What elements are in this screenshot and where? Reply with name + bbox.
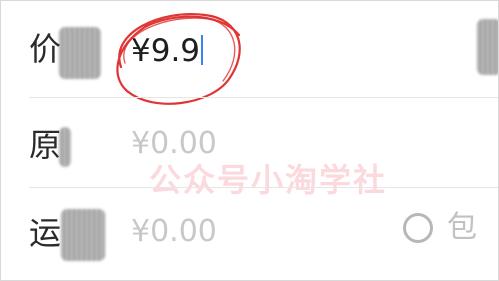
blurred-label-text [59, 127, 71, 167]
original-price-label: 原 [29, 126, 62, 164]
divider [29, 97, 498, 98]
shipping-row: 运 ¥0.00 包 [1, 189, 498, 280]
text-cursor [201, 35, 204, 65]
price-row: 价 ¥9.9 [1, 1, 498, 105]
price-value: ¥9.9 [131, 33, 201, 69]
free-shipping-radio[interactable] [403, 213, 433, 243]
price-input[interactable]: ¥9.9 [131, 33, 204, 69]
blurred-label-text [61, 209, 105, 261]
blurred-edge-text [477, 19, 498, 75]
price-label: 价 [29, 30, 62, 68]
shipping-label: 运 [29, 214, 62, 252]
free-shipping-label[interactable]: 包 [447, 213, 477, 243]
listing-price-form: 价 ¥9.9 原 ¥0.00 公众号小淘学社 运 ¥0.00 包 [0, 0, 499, 281]
shipping-input[interactable]: ¥0.00 [131, 217, 217, 247]
blurred-label-text [59, 27, 101, 79]
divider [29, 187, 498, 188]
original-price-row: 原 ¥0.00 公众号小淘学社 [1, 99, 498, 199]
